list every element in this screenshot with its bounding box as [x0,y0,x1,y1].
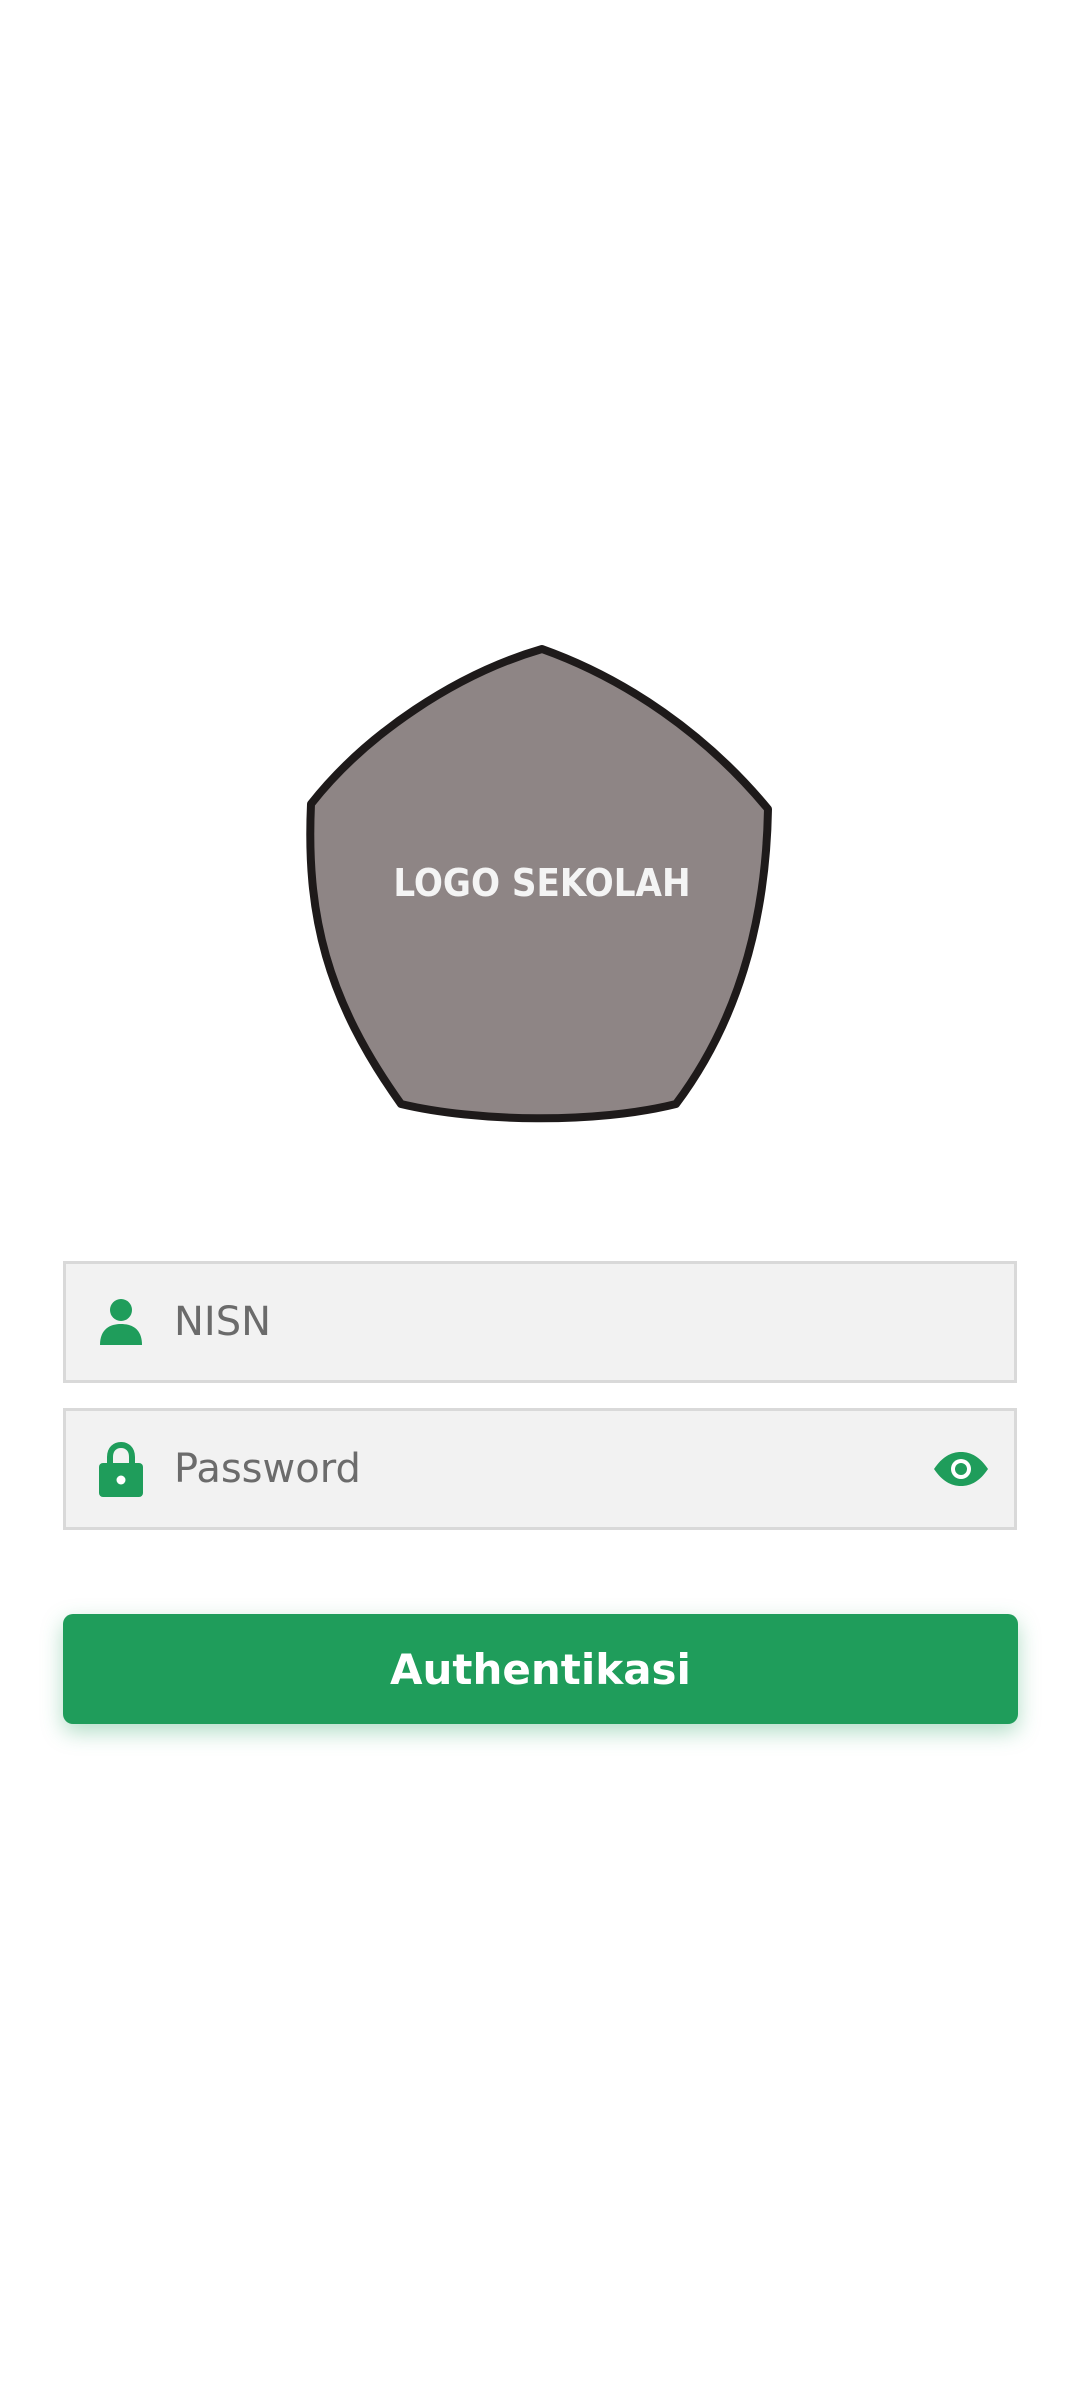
person-icon [92,1293,150,1351]
shield-logo-icon: LOGO SEKOLAH [306,645,772,1123]
password-field[interactable] [63,1408,1017,1530]
authenticate-button-label: Authentikasi [390,1644,691,1694]
school-logo: LOGO SEKOLAH [306,644,772,1124]
nisn-input[interactable] [174,1264,1014,1380]
password-input[interactable] [174,1411,926,1527]
lock-icon [92,1440,150,1498]
nisn-field[interactable] [63,1261,1017,1383]
logo-text: LOGO SEKOLAH [393,861,690,905]
eye-icon[interactable] [926,1434,996,1504]
authenticate-button[interactable]: Authentikasi [63,1614,1018,1724]
